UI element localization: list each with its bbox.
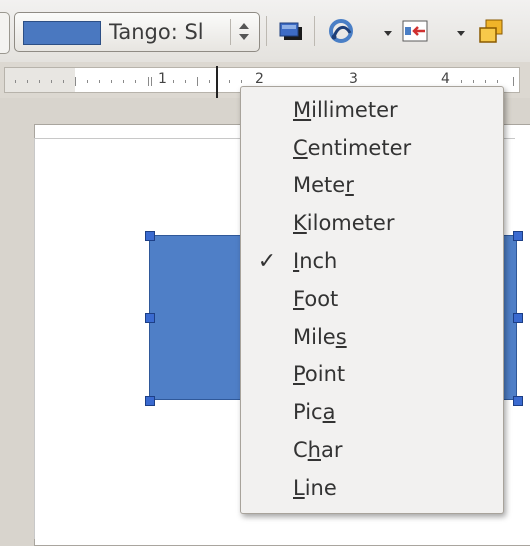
resize-handle-middle-right[interactable] [513,313,523,323]
curve-icon [329,19,353,43]
menu-item-label: Line [293,475,337,500]
menu-item-line[interactable]: Line [241,469,503,507]
menu-item-label: Kilometer [293,211,395,236]
menu-item-label: Pica [293,400,336,425]
resize-handle-bottom-left[interactable] [145,396,155,406]
menu-item-label: Centimeter [293,135,412,160]
menu-item-label: Point [293,362,346,387]
ruler-indent-marker[interactable] [148,77,149,86]
align-button[interactable] [398,15,432,47]
points-button[interactable] [324,15,358,47]
resize-handle-top-right[interactable] [513,231,523,241]
ruler-indent-marker[interactable] [151,77,152,86]
menu-item-miles[interactable]: Miles [241,318,503,356]
arrange-button[interactable] [474,15,508,47]
toolbar-separator [266,16,267,46]
fill-style-value: Tango: Sl [109,20,204,44]
fill-style-spinner[interactable] [230,19,253,45]
resize-handle-top-left[interactable] [145,231,155,241]
points-dropdown-arrow[interactable] [384,31,392,36]
drawing-toolbar: Tango: Sl [0,0,530,63]
menu-item-pica[interactable]: Pica [241,393,503,431]
menu-item-label: Miles [293,324,347,349]
menu-item-inch[interactable]: ✓ Inch [241,242,503,280]
menu-item-millimeter[interactable]: Millimeter [241,91,503,129]
menu-item-point[interactable]: Point [241,356,503,394]
ruler-unit-context-menu: Millimeter Centimeter Meter Kilometer ✓ … [240,86,504,514]
toolbar-separator [314,16,315,46]
align-dropdown-arrow[interactable] [457,31,465,36]
ruler-margin-marker[interactable] [75,77,76,86]
fill-color-swatch [23,21,101,45]
menu-item-char[interactable]: Char [241,431,503,469]
area-fill-style-select[interactable]: Tango: Sl [14,12,260,52]
shadow-icon [279,22,302,40]
ruler-position-indicator [216,66,218,102]
menu-item-kilometer[interactable]: Kilometer [241,204,503,242]
arrange-icon [479,19,503,43]
ruler-label: 4 [441,71,450,87]
ruler-label: 2 [255,71,264,87]
spin-up-icon[interactable] [239,23,249,29]
menu-item-label: Millimeter [293,97,398,122]
menu-item-label: Char [293,438,343,463]
menu-item-centimeter[interactable]: Centimeter [241,129,503,167]
menu-item-label: Inch [293,249,338,274]
ruler-label: 3 [349,71,358,87]
resize-handle-bottom-right[interactable] [513,396,523,406]
checkmark-icon: ✓ [257,248,277,274]
ruler-label: 1 [158,71,167,87]
resize-handle-middle-left[interactable] [145,313,155,323]
menu-item-foot[interactable]: Foot [241,280,503,318]
align-icon [402,20,428,42]
previous-control-edge[interactable] [0,12,10,54]
menu-item-label: Meter [293,173,354,198]
shadow-button[interactable] [274,15,308,47]
menu-item-meter[interactable]: Meter [241,167,503,205]
menu-item-label: Foot [293,286,339,311]
spin-down-icon[interactable] [239,34,249,40]
